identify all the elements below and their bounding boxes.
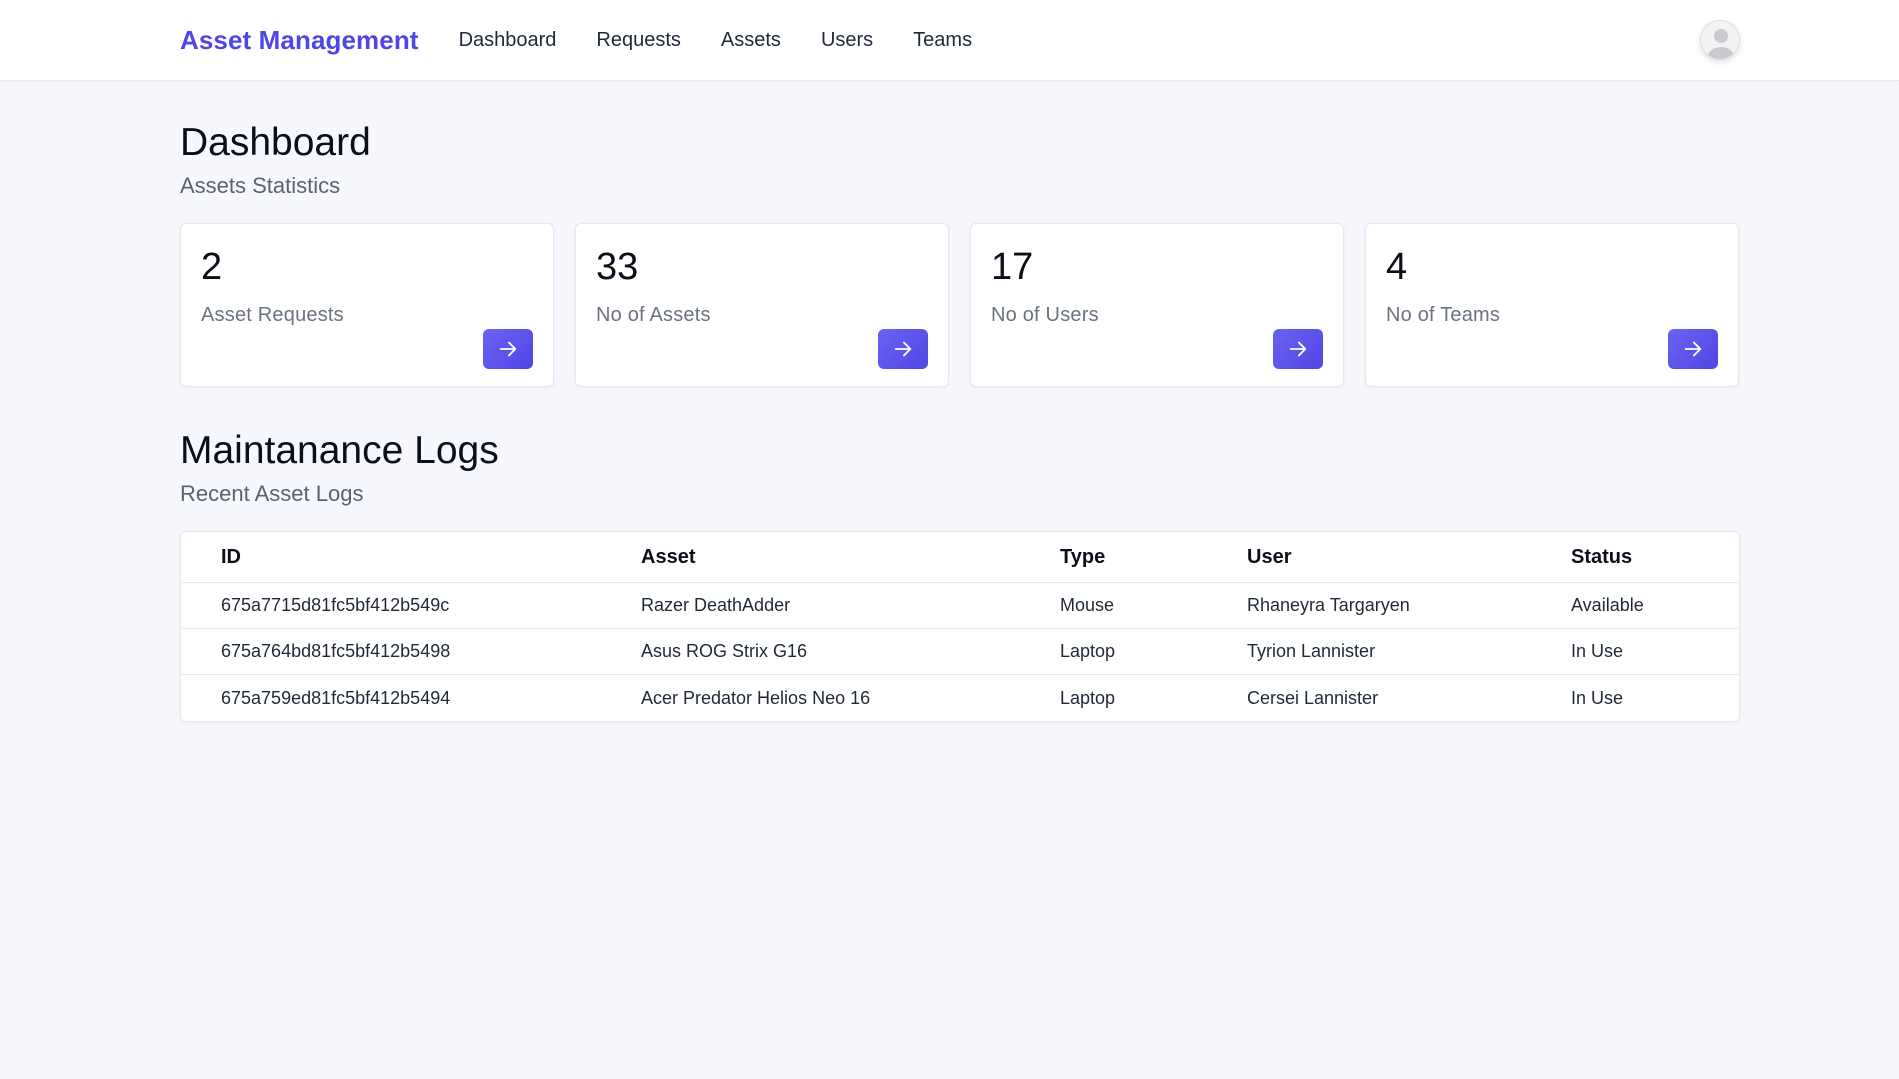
cell-id: 675a7715d81fc5bf412b549c bbox=[181, 582, 641, 630]
stat-value: 17 bbox=[991, 245, 1034, 288]
stat-card-teams: 4 No of Teams bbox=[1365, 222, 1739, 387]
asset-requests-button[interactable] bbox=[483, 328, 533, 369]
stat-label: Asset Requests bbox=[201, 303, 344, 326]
cell-type: Laptop bbox=[1060, 628, 1247, 676]
column-header-status: Status bbox=[1571, 531, 1739, 584]
main-content: Dashboard Assets Statistics 2 Asset Requ… bbox=[180, 81, 1740, 722]
cell-id: 675a759ed81fc5bf412b5494 bbox=[221, 687, 451, 708]
cell-user: Cersei Lannister bbox=[1247, 687, 1379, 708]
stat-value: 4 bbox=[1386, 245, 1408, 288]
arrow-right-icon bbox=[1289, 341, 1307, 357]
table-row[interactable]: 675a7715d81fc5bf412b549c Razer DeathAdde… bbox=[181, 582, 1739, 630]
column-header-type: Type bbox=[1060, 531, 1247, 584]
column-header-id: ID bbox=[181, 531, 641, 584]
stat-value: 33 bbox=[596, 245, 639, 288]
table-row[interactable]: 675a759ed81fc5bf412b5494 Acer Predator H… bbox=[181, 675, 1739, 721]
cell-user: Rhaneyra Targaryen bbox=[1247, 582, 1571, 630]
stat-label: No of Assets bbox=[596, 303, 711, 326]
nav-link-users[interactable]: Users bbox=[821, 29, 873, 52]
teams-button[interactable] bbox=[1668, 328, 1718, 369]
arrow-right-icon bbox=[1684, 341, 1702, 357]
cell-type: Laptop bbox=[1060, 687, 1116, 708]
cell-status: In Use bbox=[1571, 687, 1624, 708]
top-navbar: Asset Management Dashboard Requests Asse… bbox=[0, 0, 1899, 81]
stat-card-assets: 33 No of Assets bbox=[575, 222, 949, 387]
table-row[interactable]: 675a764bd81fc5bf412b5498 Asus ROG Strix … bbox=[181, 628, 1739, 676]
nav-link-assets[interactable]: Assets bbox=[721, 29, 781, 52]
page-subtitle: Assets Statistics bbox=[180, 172, 341, 198]
column-header-user: User bbox=[1247, 531, 1571, 584]
page-title: Dashboard bbox=[180, 121, 371, 164]
cell-id: 675a764bd81fc5bf412b5498 bbox=[181, 628, 641, 676]
navbar-inner: Asset Management Dashboard Requests Asse… bbox=[180, 0, 1739, 80]
cell-user: Tyrion Lannister bbox=[1247, 628, 1571, 676]
nav-link-teams[interactable]: Teams bbox=[913, 29, 972, 52]
stats-row: 2 Asset Requests 33 No of Assets 17 No o… bbox=[180, 222, 1740, 387]
table-header-row: ID Asset Type User Status bbox=[181, 531, 1739, 584]
stat-label: No of Users bbox=[991, 303, 1099, 326]
cell-asset: Acer Predator Helios Neo 16 bbox=[641, 687, 871, 708]
cell-status: In Use bbox=[1571, 628, 1739, 676]
users-button[interactable] bbox=[1273, 328, 1323, 369]
arrow-right-icon bbox=[894, 341, 912, 357]
nav-links: Dashboard Requests Assets Users Teams bbox=[459, 29, 1013, 52]
stat-card-asset-requests: 2 Asset Requests bbox=[180, 222, 554, 387]
logs-table-card: ID Asset Type User Status 675a7715d81fc5… bbox=[180, 530, 1740, 722]
arrow-right-icon bbox=[499, 341, 517, 357]
user-avatar-icon[interactable] bbox=[1700, 20, 1740, 60]
nav-link-requests[interactable]: Requests bbox=[596, 29, 681, 52]
cell-asset: Razer DeathAdder bbox=[641, 582, 1060, 630]
stat-value: 2 bbox=[201, 245, 223, 288]
logs-title: Maintanance Logs bbox=[180, 428, 499, 472]
column-header-asset: Asset bbox=[641, 531, 1060, 584]
stat-card-users: 17 No of Users bbox=[970, 222, 1344, 387]
assets-button[interactable] bbox=[878, 328, 928, 369]
cell-type: Mouse bbox=[1060, 582, 1247, 630]
stat-label: No of Teams bbox=[1386, 303, 1501, 326]
brand-logo[interactable]: Asset Management bbox=[180, 25, 419, 56]
cell-status: Available bbox=[1571, 582, 1739, 630]
logs-table: ID Asset Type User Status 675a7715d81fc5… bbox=[181, 531, 1739, 721]
nav-link-dashboard[interactable]: Dashboard bbox=[459, 29, 557, 52]
cell-asset: Asus ROG Strix G16 bbox=[641, 628, 1060, 676]
logs-subtitle: Recent Asset Logs bbox=[180, 480, 364, 506]
